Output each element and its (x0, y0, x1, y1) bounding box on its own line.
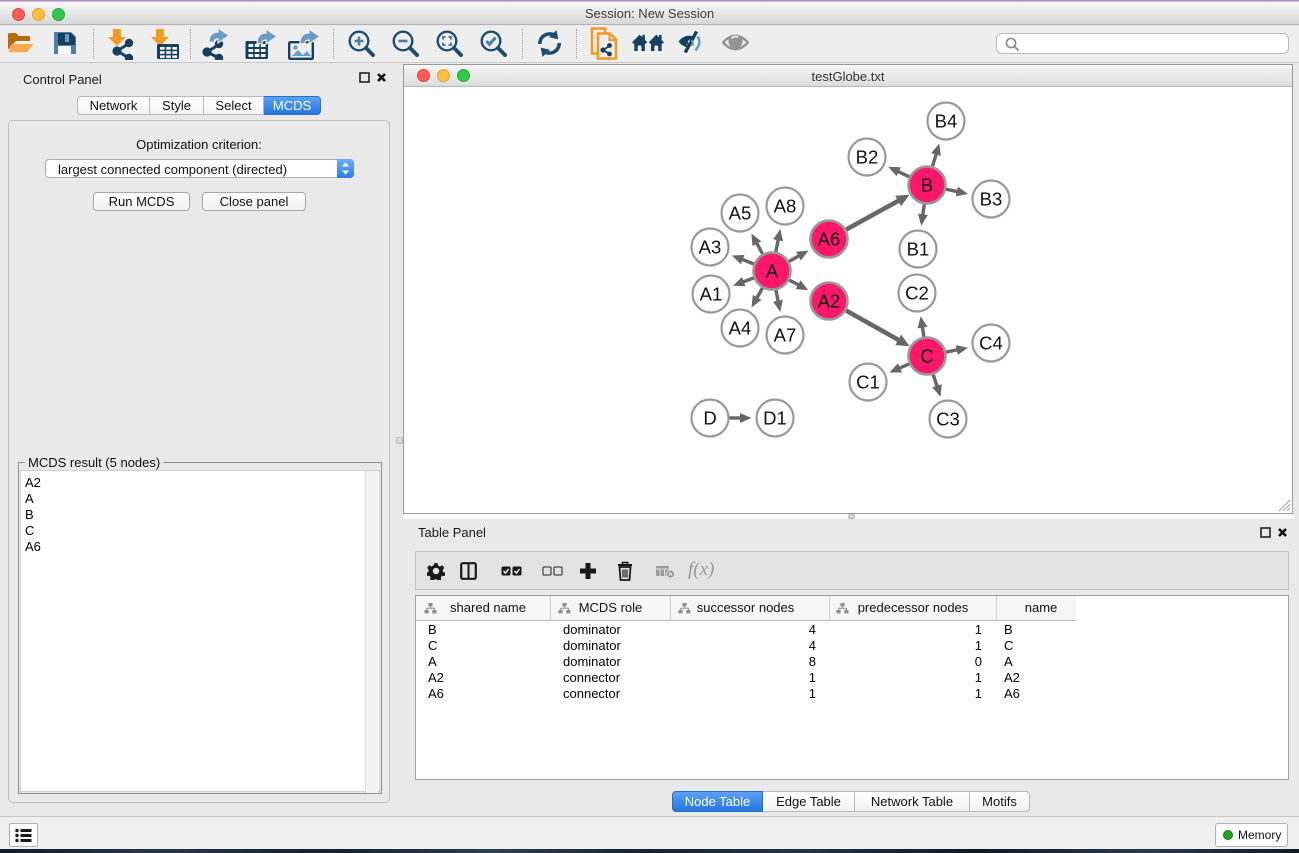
svg-text:B2: B2 (856, 146, 879, 167)
svg-text:C1: C1 (856, 371, 880, 392)
svg-text:D: D (703, 407, 716, 428)
svg-text:A1: A1 (700, 283, 723, 304)
svg-text:A7: A7 (774, 324, 797, 345)
svg-text:B3: B3 (980, 188, 1003, 209)
svg-text:A: A (766, 260, 779, 281)
svg-text:D1: D1 (763, 407, 787, 428)
svg-text:B: B (921, 174, 933, 195)
svg-text:C2: C2 (905, 282, 929, 303)
svg-text:C: C (920, 345, 933, 366)
svg-text:A5: A5 (729, 202, 752, 223)
svg-text:C4: C4 (979, 332, 1003, 353)
svg-text:A6: A6 (818, 228, 841, 249)
svg-text:B4: B4 (935, 110, 958, 131)
svg-text:B1: B1 (907, 238, 930, 259)
svg-text:C3: C3 (936, 408, 960, 429)
svg-text:A3: A3 (699, 236, 722, 257)
svg-text:A8: A8 (774, 195, 797, 216)
svg-text:A4: A4 (729, 317, 752, 338)
svg-text:A2: A2 (818, 290, 841, 311)
